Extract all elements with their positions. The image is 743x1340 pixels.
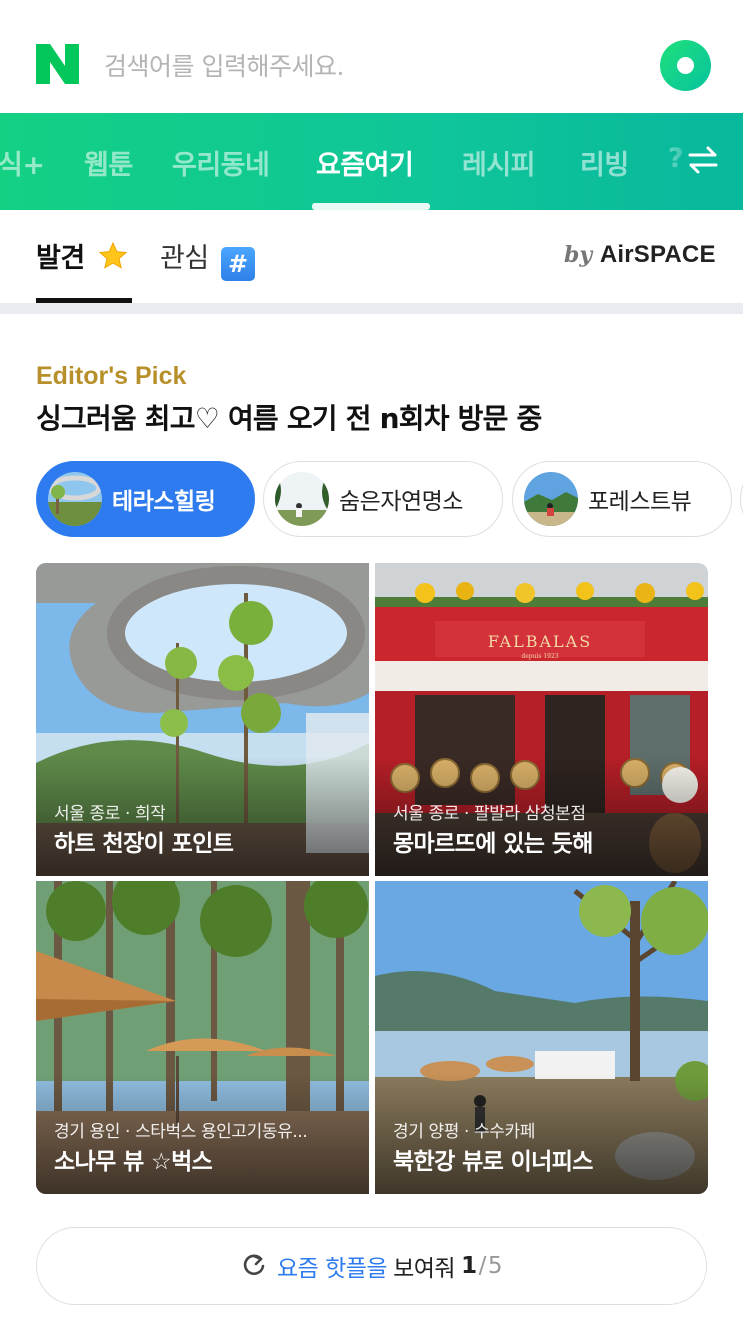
chip-thumbnail — [48, 472, 102, 526]
nav-item-neighborhood[interactable]: 우리동네 — [172, 143, 270, 182]
green-dot-button[interactable] — [660, 40, 711, 91]
place-card[interactable]: 서울 종로 · 희작 하트 천장이 포인트 — [36, 563, 369, 876]
chip-hidden-nature[interactable]: 숨은자연명소 — [263, 461, 503, 537]
chip-label: 테라스힐링 — [112, 489, 216, 515]
falbalas-since: depuis 1923 — [521, 653, 558, 660]
naver-logo-icon[interactable] — [36, 44, 79, 84]
more-highlight: 요즘 핫플을 — [276, 1256, 388, 1282]
card-location: 서울 종로 · 팔발라 삼청본점 — [393, 804, 586, 824]
refresh-icon — [243, 1254, 265, 1276]
nav-item-living[interactable]: 리빙 — [580, 143, 629, 182]
card-title: 몽마르뜨에 있는 듯해 — [393, 831, 593, 857]
search-input[interactable] — [104, 44, 624, 88]
tab-interest[interactable]: 관심 # — [160, 236, 255, 281]
service-nav: 식+ 웹툰 우리동네 요즘여기 레시피 리빙 ? — [0, 113, 743, 210]
chip-forest-view[interactable]: 포레스트뷰 — [512, 461, 732, 537]
chip-thumbnail — [275, 472, 329, 526]
sponsor-label: by AirSPACE — [564, 240, 716, 269]
show-more-button[interactable]: 요즘 핫플을 보여줘 1 / 5 — [36, 1227, 707, 1305]
chip-thumbnail — [524, 472, 578, 526]
tab-discover[interactable]: 발견 — [36, 236, 128, 275]
category-chips: 테라스힐링 숨은자연명소 포레스트뷰 — [36, 461, 743, 537]
place-card[interactable]: 경기 용인 · 스타벅스 용인고기동유... 소나무 뷰 ☆벅스 — [36, 881, 369, 1194]
content-tabs: 발견 관심 # by AirSPACE — [0, 210, 743, 303]
page-total: 5 — [487, 1253, 503, 1279]
nav-item-recipe[interactable]: 레시피 — [462, 143, 536, 182]
star-icon — [98, 241, 127, 269]
card-title: 북한강 뷰로 이너피스 — [393, 1149, 593, 1175]
card-title: 소나무 뷰 ☆벅스 — [54, 1149, 213, 1175]
place-card[interactable]: 경기 양평 · 수수카페 북한강 뷰로 이너피스 — [375, 881, 708, 1194]
sponsor-brand: AirSPACE — [599, 241, 716, 268]
card-location: 경기 양평 · 수수카페 — [393, 1122, 535, 1142]
sponsor-by: by — [564, 242, 593, 268]
search-header — [0, 0, 743, 113]
section-headline: 싱그러움 최고♡ 여름 오기 전 n회차 방문 중 — [36, 402, 542, 435]
chip-label: 포레스트뷰 — [588, 489, 692, 515]
editor-pick-label: Editor's Pick — [36, 362, 187, 390]
card-location: 경기 용인 · 스타벅스 용인고기동유... — [54, 1122, 308, 1142]
falbalas-sign: FALBALAS — [488, 632, 592, 651]
card-location: 서울 종로 · 희작 — [54, 804, 166, 824]
nav-item-yojeum-yeogi[interactable]: 요즘여기 — [316, 143, 414, 182]
swap-arrows-icon[interactable] — [686, 143, 720, 177]
hashtag-icon: # — [220, 247, 255, 281]
chip-terrace-healing[interactable]: 테라스힐링 — [36, 461, 255, 537]
nav-item-webtoon[interactable]: 웹툰 — [84, 143, 133, 182]
place-grid: 서울 종로 · 희작 하트 천장이 포인트 FALBALAS depuis 19… — [36, 563, 708, 1194]
chip-label: 숨은자연명소 — [339, 489, 463, 515]
nav-item-shopping[interactable]: 식+ — [0, 143, 45, 182]
tab-interest-label: 관심 — [160, 243, 209, 274]
nav-active-indicator — [312, 203, 430, 210]
page-separator: / — [478, 1253, 487, 1279]
tab-discover-label: 발견 — [36, 243, 85, 274]
more-text: 보여줘 — [393, 1256, 456, 1282]
card-title: 하트 천장이 포인트 — [54, 831, 234, 857]
page-current: 1 — [461, 1253, 477, 1279]
section-divider — [0, 303, 743, 314]
place-card[interactable]: FALBALAS depuis 1923 서울 종로 · 팔발라 삼청본점 몽마… — [375, 563, 708, 876]
